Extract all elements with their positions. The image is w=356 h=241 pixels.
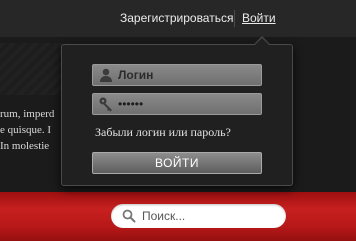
login-submit-button[interactable]: ВОЙТИ bbox=[92, 152, 262, 174]
register-link[interactable]: Зарегистрироваться bbox=[120, 9, 233, 27]
background-image bbox=[0, 43, 70, 95]
popup-pointer-fill bbox=[254, 38, 270, 46]
key-icon bbox=[99, 97, 112, 112]
user-icon bbox=[100, 68, 112, 82]
background-text-line: e quisque. I bbox=[0, 124, 52, 136]
login-link[interactable]: Войти bbox=[242, 9, 276, 27]
password-input[interactable] bbox=[118, 94, 258, 114]
top-bar: Зарегистрироваться Войти bbox=[0, 0, 356, 37]
search-icon bbox=[122, 209, 136, 223]
background-text-line: In molestie bbox=[0, 140, 50, 152]
password-field[interactable] bbox=[92, 93, 262, 115]
forgot-password-link[interactable]: Забыли логин или пароль? bbox=[95, 125, 231, 139]
search-box[interactable] bbox=[111, 204, 286, 228]
background-text-line: rum, imperd bbox=[0, 108, 55, 120]
login-field[interactable] bbox=[92, 64, 262, 86]
login-popup: Забыли логин или пароль? ВОЙТИ bbox=[61, 44, 293, 186]
top-nav: Зарегистрироваться Войти bbox=[0, 9, 356, 29]
nav-divider bbox=[234, 10, 235, 27]
login-input[interactable] bbox=[118, 65, 258, 85]
search-input[interactable] bbox=[142, 204, 278, 228]
